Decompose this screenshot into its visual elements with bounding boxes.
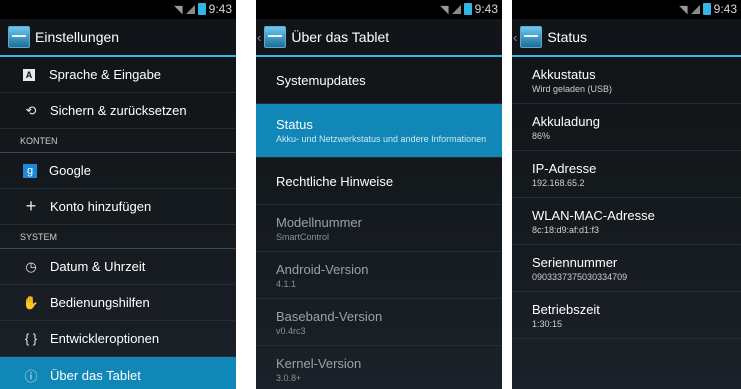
signal-icon xyxy=(451,4,461,14)
item-title: WLAN-MAC-Adresse xyxy=(532,207,655,223)
status-item-wlan-mac: WLAN-MAC-Adresse 8c:18:d9:af:d1:f3 xyxy=(512,198,741,245)
list-item-model-number: Modellnummer SmartControl xyxy=(256,205,502,252)
item-title: Systemupdates xyxy=(276,72,366,88)
plus-icon: + xyxy=(25,196,37,216)
item-title: Baseband-Version xyxy=(276,308,383,324)
menu-item-label: Konto hinzufügen xyxy=(50,199,152,214)
item-title: Betriebszeit xyxy=(532,301,600,317)
menu-item-backup-reset[interactable]: ⟲ Sichern & zurücksetzen xyxy=(0,93,236,129)
item-subtitle: 4.1.1 xyxy=(276,278,297,289)
menu-item-label: Sichern & zurücksetzen xyxy=(50,103,187,118)
status-item-uptime: Betriebszeit 1:30:15 xyxy=(512,292,741,339)
item-value: 192.168.65.2 xyxy=(532,177,585,188)
menu-item-label: Bedienungshilfen xyxy=(50,295,150,310)
item-subtitle: v0.4rc3 xyxy=(276,325,306,336)
item-value: Wird geladen (USB) xyxy=(532,83,613,94)
item-title: Rechtliche Hinweise xyxy=(276,173,394,189)
back-caret-icon[interactable]: ‹ xyxy=(257,30,261,45)
page-title: Einstellungen xyxy=(35,29,120,45)
status-bar: ◥ 9:43 xyxy=(512,0,741,19)
settings-app-icon[interactable] xyxy=(264,26,287,48)
item-value: 8c:18:d9:af:d1:f3 xyxy=(532,224,600,235)
page-title: Über das Tablet xyxy=(291,29,390,45)
clock-icon: ◷ xyxy=(25,258,37,274)
signal-icon xyxy=(185,4,195,14)
item-subtitle: 3.0.8+ xyxy=(276,372,302,383)
item-title: Akkustatus xyxy=(532,66,596,82)
list-item-legal-info[interactable]: Rechtliche Hinweise xyxy=(256,158,502,205)
clock: 9:43 xyxy=(208,2,232,16)
menu-item-developer-options[interactable]: { } Entwickleroptionen xyxy=(0,321,236,357)
menu-item-label: Entwickleroptionen xyxy=(50,331,160,346)
section-header-accounts: KONTEN xyxy=(0,129,236,153)
menu-item-language-input[interactable]: A Sprache & Eingabe xyxy=(0,57,236,93)
item-title: Modellnummer xyxy=(276,214,362,230)
item-value: 1:30:15 xyxy=(532,318,563,329)
page-title: Status xyxy=(547,29,588,45)
language-a-icon: A xyxy=(23,68,35,81)
list-item-baseband-version: Baseband-Version v0.4rc3 xyxy=(256,299,502,346)
list-item-kernel-version: Kernel-Version 3.0.8+ xyxy=(256,346,502,389)
menu-item-label: Datum & Uhrzeit xyxy=(50,259,146,274)
item-title: IP-Adresse xyxy=(532,160,597,176)
section-header-system: SYSTEM xyxy=(0,225,236,249)
status-item-serial-number: Seriennummer 0903337375030334709 xyxy=(512,245,741,292)
info-icon: ⓘ xyxy=(24,368,38,384)
menu-item-label: Sprache & Eingabe xyxy=(49,67,162,82)
item-subtitle: Akku- und Netzwerkstatus und andere Info… xyxy=(276,134,487,144)
item-title: Kernel-Version xyxy=(276,355,362,371)
item-title: Status xyxy=(276,117,313,132)
about-tablet-screen: ◥ 9:43 ‹ Über das Tablet Systemupdates S… xyxy=(256,0,502,389)
menu-item-google[interactable]: g Google xyxy=(0,153,236,189)
status-item-battery-status: Akkustatus Wird geladen (USB) xyxy=(512,57,741,104)
item-subtitle: SmartControl xyxy=(276,231,330,242)
item-title: Akkuladung xyxy=(532,113,600,129)
wifi-icon: ◥ xyxy=(174,3,183,16)
menu-item-label: Google xyxy=(49,163,91,178)
menu-item-about-tablet[interactable]: ⓘ Über das Tablet xyxy=(0,357,236,389)
item-title: Android-Version xyxy=(276,261,369,277)
signal-icon xyxy=(690,4,700,14)
status-item-battery-level: Akkuladung 86% xyxy=(512,104,741,151)
hand-icon: ✋ xyxy=(22,294,40,310)
status-bar: ◥ 9:43 xyxy=(256,0,502,19)
item-value: 0903337375030334709 xyxy=(532,271,628,282)
action-bar[interactable]: ‹ Status xyxy=(512,19,741,57)
menu-item-date-time[interactable]: ◷ Datum & Uhrzeit xyxy=(0,249,236,285)
wifi-icon: ◥ xyxy=(679,3,688,16)
item-title: Seriennummer xyxy=(532,254,618,270)
menu-item-add-account[interactable]: + Konto hinzufügen xyxy=(0,189,236,225)
wifi-icon: ◥ xyxy=(440,3,449,16)
settings-screen: ◥ 9:43 Einstellungen A Sprache & Eingabe… xyxy=(0,0,236,389)
settings-app-icon[interactable] xyxy=(520,26,543,48)
status-item-ip-address: IP-Adresse 192.168.65.2 xyxy=(512,151,741,198)
item-value: 86% xyxy=(532,130,551,141)
status-bar: ◥ 9:43 xyxy=(0,0,236,19)
list-item-android-version[interactable]: Android-Version 4.1.1 xyxy=(256,252,502,299)
settings-app-icon[interactable] xyxy=(8,26,30,48)
list-item-system-updates[interactable]: Systemupdates xyxy=(256,57,502,104)
battery-icon xyxy=(197,3,206,15)
action-bar[interactable]: ‹ Über das Tablet xyxy=(256,19,502,57)
battery-icon xyxy=(463,3,472,15)
list-item-status[interactable]: Status Akku- und Netzwerkstatus und ande… xyxy=(256,104,502,158)
clock: 9:43 xyxy=(474,2,498,16)
battery-icon xyxy=(702,3,711,15)
action-bar: Einstellungen xyxy=(0,19,236,57)
menu-item-label: Über das Tablet xyxy=(50,367,141,383)
menu-item-accessibility[interactable]: ✋ Bedienungshilfen xyxy=(0,285,236,321)
status-screen: ◥ 9:43 ‹ Status Akkustatus Wird geladen … xyxy=(512,0,741,389)
back-caret-icon[interactable]: ‹ xyxy=(513,30,517,45)
google-icon: g xyxy=(23,163,37,178)
braces-icon: { } xyxy=(24,331,38,346)
backup-restore-icon: ⟲ xyxy=(25,102,37,118)
clock: 9:43 xyxy=(713,2,737,16)
